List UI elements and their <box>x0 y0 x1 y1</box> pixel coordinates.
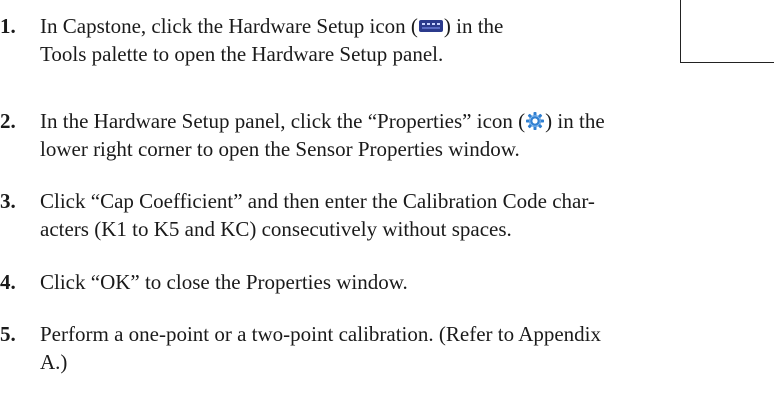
step-line: In the Hardware Setup panel, click the “… <box>40 107 605 135</box>
step-line: acters (K1 to K5 and KC) consecutively w… <box>40 217 512 241</box>
gear-icon <box>525 111 545 131</box>
hardware-setup-icon <box>418 18 444 34</box>
step-line: Tools palette to open the Hardware Setup… <box>40 42 444 66</box>
step-line: Perform a one-point or a two-point calib… <box>40 322 602 346</box>
step-number: 4. <box>0 270 16 294</box>
step-text: Click “Cap Coefficient” and then enter t… <box>40 187 595 243</box>
step-number: 5. <box>0 322 16 346</box>
step-text: Perform a one-point or a two-point calib… <box>40 320 601 376</box>
step-line: lower right corner to open the Sensor Pr… <box>40 137 520 161</box>
step-line: Click “OK” to close the Properties windo… <box>40 270 408 294</box>
step-text-segment: In the Hardware Setup panel, click the “… <box>40 109 526 133</box>
step-number: 2. <box>0 109 16 133</box>
step-text-segment: ) in the <box>545 109 605 133</box>
step-text-segment: ) in the <box>443 14 504 38</box>
step-number: 1. <box>0 14 16 38</box>
step-text: In the Hardware Setup panel, click the “… <box>40 107 605 163</box>
step-text-segment: In Capstone, click the Hardware Setup ic… <box>40 14 418 38</box>
step-text: Click “OK” to close the Properties windo… <box>40 268 408 296</box>
step-line: Click “Cap Coefficient” and then enter t… <box>40 189 595 213</box>
step-line: In Capstone, click the Hardware Setup ic… <box>40 12 503 40</box>
step-text: In Capstone, click the Hardware Setup ic… <box>40 12 503 68</box>
figure-frame-corner <box>680 0 774 63</box>
step-number: 3. <box>0 189 16 213</box>
step-line: A.) <box>40 350 68 374</box>
